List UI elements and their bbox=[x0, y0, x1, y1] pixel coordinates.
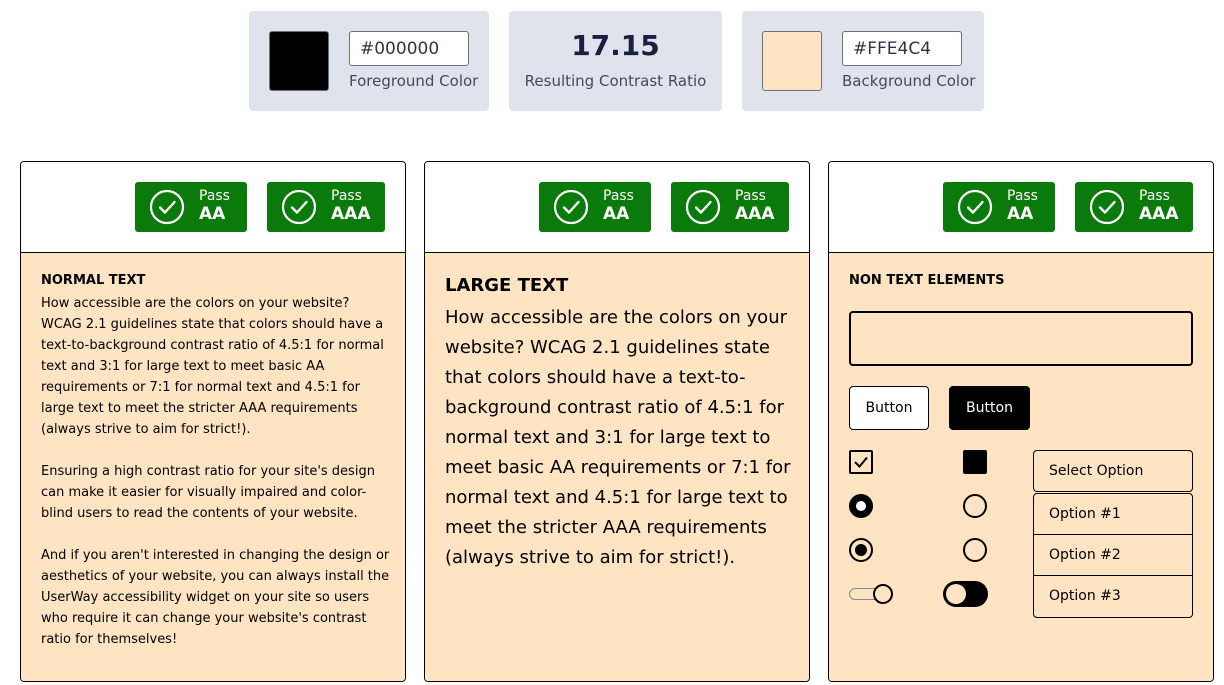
pass-label: Pass bbox=[199, 188, 230, 204]
background-color-swatch[interactable] bbox=[762, 31, 822, 91]
panel-preview: LARGE TEXT How accessible are the colors… bbox=[425, 253, 809, 681]
check-circle-icon bbox=[149, 189, 185, 225]
pass-label: Pass bbox=[1007, 188, 1038, 204]
pass-aa-badge: Pass AA bbox=[539, 182, 651, 232]
contrast-ratio-tile: 17.15 Resulting Contrast Ratio bbox=[509, 11, 722, 111]
pass-aa-badge: Pass AA bbox=[943, 182, 1055, 232]
background-hex-input[interactable] bbox=[842, 31, 962, 66]
contrast-ratio-label: Resulting Contrast Ratio bbox=[524, 72, 707, 90]
normal-text-panel: Pass AA Pass AAA NORMAL TEXT How accessi… bbox=[20, 161, 406, 682]
normal-text-body: How accessible are the colors on your we… bbox=[41, 293, 391, 671]
sample-select[interactable]: Select Option bbox=[1033, 450, 1193, 492]
normal-text-paragraph: How accessible are the colors on your we… bbox=[41, 296, 384, 437]
pass-label: Pass bbox=[1139, 188, 1170, 204]
panel-header: Pass AA Pass AAA bbox=[425, 162, 809, 253]
sample-radio-filled[interactable] bbox=[849, 494, 873, 518]
radio-dot bbox=[855, 544, 867, 556]
pass-label: Pass bbox=[331, 188, 362, 204]
sample-radio-unselected[interactable] bbox=[963, 538, 987, 562]
non-text-elements-panel: Pass AA Pass AAA NON TEXT ELEMENTS Butto… bbox=[828, 161, 1214, 682]
sample-checkbox-filled[interactable] bbox=[963, 450, 987, 474]
sample-toggle-off[interactable] bbox=[849, 583, 893, 605]
toggle-knob bbox=[873, 584, 893, 604]
foreground-hex-input[interactable] bbox=[349, 31, 469, 66]
sample-toggle-on[interactable] bbox=[943, 581, 988, 607]
aaa-label: AAA bbox=[331, 204, 371, 224]
foreground-color-swatch[interactable] bbox=[269, 31, 329, 91]
pass-aaa-badge: Pass AAA bbox=[671, 182, 789, 232]
toggle-knob bbox=[946, 584, 966, 604]
sample-outline-button[interactable]: Button bbox=[849, 386, 929, 430]
checkmark-icon bbox=[854, 456, 868, 468]
normal-text-paragraph: And if you aren't interested in changing… bbox=[41, 548, 390, 647]
background-color-tile: Background Color bbox=[742, 11, 984, 111]
pass-aaa-badge: Pass AAA bbox=[267, 182, 385, 232]
pass-aaa-badge: Pass AAA bbox=[1075, 182, 1193, 232]
foreground-color-tile: Foreground Color bbox=[249, 11, 489, 111]
panel-preview: NON TEXT ELEMENTS Button Button Select O… bbox=[829, 253, 1213, 681]
sample-radio-empty[interactable] bbox=[963, 494, 987, 518]
contrast-ratio-value: 17.15 bbox=[571, 29, 660, 62]
check-circle-icon bbox=[553, 189, 589, 225]
aa-label: AA bbox=[199, 204, 226, 224]
check-circle-icon bbox=[957, 189, 993, 225]
pass-label: Pass bbox=[735, 188, 766, 204]
aa-label: AA bbox=[603, 204, 630, 224]
sample-text-input[interactable] bbox=[849, 311, 1193, 366]
pass-aa-badge: Pass AA bbox=[135, 182, 247, 232]
check-circle-icon bbox=[281, 189, 317, 225]
pass-label: Pass bbox=[603, 188, 634, 204]
background-color-label: Background Color bbox=[842, 72, 976, 90]
large-text-body: How accessible are the colors on your we… bbox=[445, 307, 791, 568]
check-circle-icon bbox=[685, 189, 721, 225]
panel-header: Pass AA Pass AAA bbox=[829, 162, 1213, 253]
aa-label: AA bbox=[1007, 204, 1034, 224]
sample-solid-button[interactable]: Button bbox=[949, 386, 1030, 430]
panel-preview: NORMAL TEXT How accessible are the color… bbox=[21, 253, 405, 681]
sample-select-options: Option #1 Option #2 Option #3 bbox=[1033, 493, 1193, 618]
large-text-title: LARGE TEXT bbox=[445, 275, 569, 296]
non-text-elements-title: NON TEXT ELEMENTS bbox=[849, 273, 1005, 288]
normal-text-paragraph: Ensuring a high contrast ratio for your … bbox=[41, 464, 375, 521]
large-text-panel: Pass AA Pass AAA LARGE TEXT How accessib… bbox=[424, 161, 810, 682]
aaa-label: AAA bbox=[735, 204, 775, 224]
radio-dot bbox=[856, 501, 866, 511]
sample-checkbox-checked[interactable] bbox=[849, 450, 873, 474]
select-option[interactable]: Option #3 bbox=[1034, 576, 1192, 617]
normal-text-title: NORMAL TEXT bbox=[41, 273, 146, 288]
aaa-label: AAA bbox=[1139, 204, 1179, 224]
check-circle-icon bbox=[1089, 189, 1125, 225]
foreground-color-label: Foreground Color bbox=[349, 72, 479, 90]
select-option[interactable]: Option #1 bbox=[1034, 494, 1192, 535]
panel-header: Pass AA Pass AAA bbox=[21, 162, 405, 253]
sample-radio-selected[interactable] bbox=[849, 538, 873, 562]
select-option[interactable]: Option #2 bbox=[1034, 535, 1192, 576]
